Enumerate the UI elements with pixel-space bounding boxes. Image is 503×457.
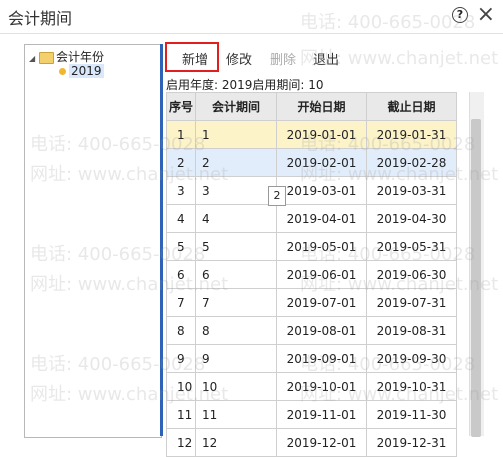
cell-start-date[interactable]: 2019-04-01	[276, 204, 367, 233]
close-icon[interactable]: ×	[477, 2, 495, 28]
cell-index[interactable]: 1	[166, 120, 196, 149]
cell-index[interactable]: 3	[166, 176, 196, 205]
exit-button[interactable]: 退出	[313, 49, 339, 68]
cell-start-date[interactable]: 2019-12-01	[276, 428, 367, 457]
cell-index[interactable]: 7	[166, 288, 196, 317]
cell-start-date[interactable]: 2019-11-01	[276, 400, 367, 429]
edit-button[interactable]: 修改	[226, 49, 252, 68]
cell-end-date[interactable]: 2019-08-31	[366, 316, 457, 345]
header-index[interactable]: 序号	[166, 92, 196, 121]
table-row[interactable]: 2 2 2019-02-01 2019-02-28	[166, 148, 457, 177]
cell-index[interactable]: 4	[166, 204, 196, 233]
table-row[interactable]: 1 1 2019-01-01 2019-01-31	[166, 120, 457, 149]
tree-year-label: 2019	[69, 64, 104, 78]
cell-period[interactable]: 9	[195, 344, 277, 373]
cell-period[interactable]: 4	[195, 204, 277, 233]
cell-end-date[interactable]: 2019-04-30	[366, 204, 457, 233]
add-button-highlight	[165, 42, 219, 72]
cell-period[interactable]: 12	[195, 428, 277, 457]
table-row[interactable]: 7 7 2019-07-01 2019-07-31	[166, 288, 457, 317]
cell-index[interactable]: 6	[166, 260, 196, 289]
cell-start-date[interactable]: 2019-09-01	[276, 344, 367, 373]
table-row[interactable]: 4 4 2019-04-01 2019-04-30	[166, 204, 457, 233]
cell-period[interactable]: 6	[195, 260, 277, 289]
header-period[interactable]: 会计期间	[195, 92, 277, 121]
title-divider	[0, 33, 503, 34]
cell-start-date[interactable]: 2019-01-01	[276, 120, 367, 149]
year-tree[interactable]: ◢ 会计年份 2019	[24, 44, 162, 438]
cell-index[interactable]: 11	[166, 400, 196, 429]
collapse-icon[interactable]: ◢	[29, 54, 39, 63]
cell-start-date[interactable]: 2019-06-01	[276, 260, 367, 289]
cell-start-date[interactable]: 2019-10-01	[276, 372, 367, 401]
table-row[interactable]: 5 5 2019-05-01 2019-05-31	[166, 232, 457, 261]
cell-end-date[interactable]: 2019-02-28	[366, 148, 457, 177]
header-end-date[interactable]: 截止日期	[366, 92, 457, 121]
tree-item-2019[interactable]: 2019	[59, 64, 104, 78]
tooltip-badge: 2	[268, 186, 286, 206]
period-table: 序号 会计期间 开始日期 截止日期 1 1 2019-01-01 2019-01-31…	[166, 92, 457, 457]
cell-start-date[interactable]: 2019-07-01	[276, 288, 367, 317]
cell-end-date[interactable]: 2019-11-30	[366, 400, 457, 429]
cell-end-date[interactable]: 2019-06-30	[366, 260, 457, 289]
cell-index[interactable]: 9	[166, 344, 196, 373]
cell-end-date[interactable]: 2019-07-31	[366, 288, 457, 317]
cell-index[interactable]: 5	[166, 232, 196, 261]
table-row[interactable]: 11 11 2019-11-01 2019-11-30	[166, 400, 457, 429]
cell-period[interactable]: 10	[195, 372, 277, 401]
window-title: 会计期间	[8, 9, 73, 28]
cell-period[interactable]: 8	[195, 316, 277, 345]
table-row[interactable]: 10 10 2019-10-01 2019-10-31	[166, 372, 457, 401]
year-dot-icon	[59, 68, 66, 75]
cell-period[interactable]: 3	[195, 176, 277, 205]
cell-end-date[interactable]: 2019-03-31	[366, 176, 457, 205]
cell-index[interactable]: 2	[166, 148, 196, 177]
cell-start-date[interactable]: 2019-03-01	[276, 176, 367, 205]
cell-start-date[interactable]: 2019-08-01	[276, 316, 367, 345]
tree-root-label: 会计年份	[56, 50, 105, 64]
cell-start-date[interactable]: 2019-05-01	[276, 232, 367, 261]
title-bar: 会计期间 ? ×	[0, 0, 503, 33]
help-icon[interactable]: ?	[452, 7, 468, 23]
tree-root[interactable]: ◢ 会计年份	[29, 48, 104, 65]
cell-period[interactable]: 1	[195, 120, 277, 149]
cell-period[interactable]: 2	[195, 148, 277, 177]
table-row[interactable]: 9 9 2019-09-01 2019-09-30	[166, 344, 457, 373]
cell-period[interactable]: 5	[195, 232, 277, 261]
table-row[interactable]: 8 8 2019-08-01 2019-08-31	[166, 316, 457, 345]
cell-period[interactable]: 7	[195, 288, 277, 317]
enable-info: 启用年度: 2019启用期间: 10	[166, 78, 324, 92]
folder-icon	[39, 51, 54, 64]
cell-index[interactable]: 12	[166, 428, 196, 457]
table-header-row: 序号 会计期间 开始日期 截止日期	[166, 92, 457, 121]
delete-button[interactable]: 删除	[270, 49, 296, 68]
header-start-date[interactable]: 开始日期	[276, 92, 367, 121]
table-row[interactable]: 6 6 2019-06-01 2019-06-30	[166, 260, 457, 289]
cell-end-date[interactable]: 2019-10-31	[366, 372, 457, 401]
cell-end-date[interactable]: 2019-05-31	[366, 232, 457, 261]
cell-index[interactable]: 8	[166, 316, 196, 345]
cell-period[interactable]: 11	[195, 400, 277, 429]
splitter[interactable]	[160, 44, 163, 436]
cell-end-date[interactable]: 2019-09-30	[366, 344, 457, 373]
cell-end-date[interactable]: 2019-12-31	[366, 428, 457, 457]
table-row[interactable]: 3 3 2019-03-01 2019-03-31	[166, 176, 457, 205]
cell-start-date[interactable]: 2019-02-01	[276, 148, 367, 177]
cell-index[interactable]: 10	[166, 372, 196, 401]
cell-end-date[interactable]: 2019-01-31	[366, 120, 457, 149]
table-row[interactable]: 12 12 2019-12-01 2019-12-31	[166, 428, 457, 457]
scrollbar-thumb[interactable]	[471, 119, 481, 437]
